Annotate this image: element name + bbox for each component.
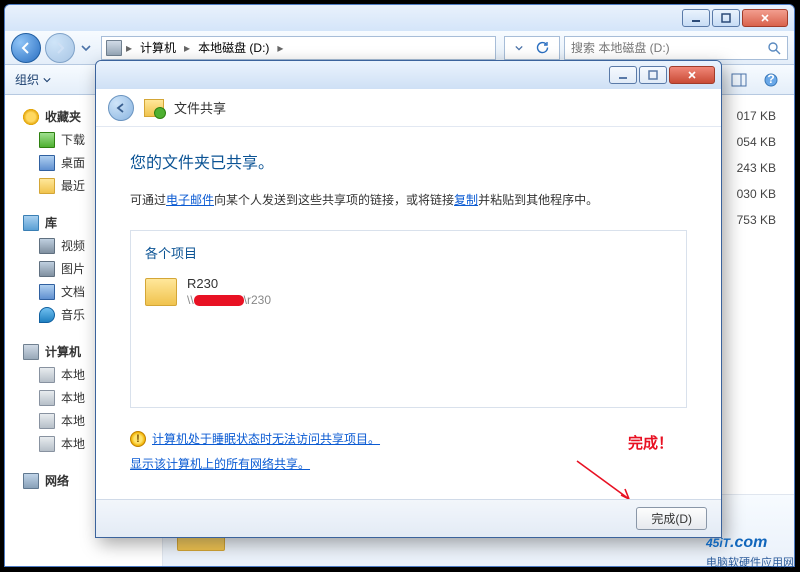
watermark: 45iT.com 电脑软硬件应用网 <box>706 526 794 570</box>
preview-pane-button[interactable] <box>726 69 752 91</box>
close-button[interactable] <box>742 9 788 27</box>
maximize-button[interactable] <box>712 9 740 27</box>
breadcrumb-drive-d[interactable]: 本地磁盘 (D:) <box>192 37 275 58</box>
dialog-headline: 您的文件夹已共享。 <box>130 149 687 173</box>
computer-icon <box>106 40 122 56</box>
network-icon <box>23 473 39 489</box>
document-icon <box>39 284 55 300</box>
email-link[interactable]: 电子邮件 <box>166 193 214 207</box>
drive-icon <box>39 436 55 452</box>
refresh-icon[interactable] <box>535 41 549 55</box>
help-button[interactable]: ? <box>758 69 784 91</box>
shared-item-name: R230 <box>187 276 271 291</box>
desktop-icon <box>39 155 55 171</box>
dialog-body: 您的文件夹已共享。 可通过电子邮件向某个人发送到这些共享项的链接，或将链接复制并… <box>96 127 721 537</box>
back-button[interactable] <box>11 33 41 63</box>
search-placeholder: 搜索 本地磁盘 (D:) <box>571 39 670 56</box>
chevron-right-icon: ▸ <box>182 41 192 55</box>
download-icon <box>39 132 55 148</box>
history-dropdown[interactable] <box>79 37 93 59</box>
items-label: 各个项目 <box>145 243 672 262</box>
address-bar[interactable]: ▸ 计算机 ▸ 本地磁盘 (D:) ▸ <box>101 36 496 60</box>
sleep-warning: ! 计算机处于睡眠状态时无法访问共享项目。 <box>130 430 687 447</box>
dialog-title: 文件共享 <box>174 98 226 117</box>
folder-icon <box>145 278 177 306</box>
file-size: 030 KB <box>737 181 776 207</box>
file-size: 017 KB <box>737 103 776 129</box>
forward-button[interactable] <box>45 33 75 63</box>
dialog-close-button[interactable] <box>669 66 715 84</box>
show-all-shares-link[interactable]: 显示该计算机上的所有网络共享。 <box>130 457 310 471</box>
organize-menu[interactable]: 组织 <box>15 71 51 88</box>
drive-icon <box>39 390 55 406</box>
explorer-titlebar[interactable] <box>5 5 794 31</box>
video-icon <box>39 238 55 254</box>
search-input[interactable]: 搜索 本地磁盘 (D:) <box>564 36 788 60</box>
breadcrumb-computer[interactable]: 计算机 <box>134 37 182 58</box>
file-size: 054 KB <box>737 129 776 155</box>
warning-icon: ! <box>130 431 146 447</box>
dialog-minimize-button[interactable] <box>609 66 637 84</box>
dialog-subtext: 可通过电子邮件向某个人发送到这些共享项的链接，或将链接复制并粘贴到其他程序中。 <box>130 191 687 208</box>
chevron-right-icon: ▸ <box>275 41 285 55</box>
picture-icon <box>39 261 55 277</box>
shared-item[interactable]: R230 \\\r230 <box>145 276 672 307</box>
file-size: 243 KB <box>737 155 776 181</box>
size-column: 017 KB 054 KB 243 KB 030 KB 753 KB <box>737 103 776 233</box>
shared-items-box: 各个项目 R230 \\\r230 <box>130 230 687 408</box>
drive-icon <box>39 367 55 383</box>
dialog-header: 文件共享 <box>96 89 721 127</box>
chevron-right-icon: ▸ <box>124 41 134 55</box>
svg-text:?: ? <box>767 73 774 86</box>
address-extras <box>504 36 560 60</box>
computer-icon <box>23 344 39 360</box>
shared-item-path: \\\r230 <box>187 293 271 307</box>
dialog-titlebar[interactable] <box>96 61 721 89</box>
dialog-maximize-button[interactable] <box>639 66 667 84</box>
music-icon <box>39 307 55 323</box>
dialog-footer: 完成(D) <box>96 499 721 537</box>
library-icon <box>23 215 39 231</box>
dialog-back-button[interactable] <box>108 95 134 121</box>
sleep-warning-link[interactable]: 计算机处于睡眠状态时无法访问共享项目。 <box>152 430 380 447</box>
organize-label: 组织 <box>15 71 39 88</box>
redacted-hostname <box>194 295 244 306</box>
annotation-text: 完成！ <box>628 432 673 453</box>
minimize-button[interactable] <box>682 9 710 27</box>
done-button[interactable]: 完成(D) <box>636 507 707 530</box>
search-icon <box>767 41 781 55</box>
dropdown-icon[interactable] <box>515 45 523 51</box>
star-icon <box>23 109 39 125</box>
file-size: 753 KB <box>737 207 776 233</box>
drive-icon <box>39 413 55 429</box>
chevron-down-icon <box>43 77 51 83</box>
share-icon <box>144 99 164 117</box>
copy-link[interactable]: 复制 <box>454 193 478 207</box>
folder-icon <box>39 178 55 194</box>
file-sharing-dialog: 文件共享 您的文件夹已共享。 可通过电子邮件向某个人发送到这些共享项的链接，或将… <box>95 60 722 538</box>
